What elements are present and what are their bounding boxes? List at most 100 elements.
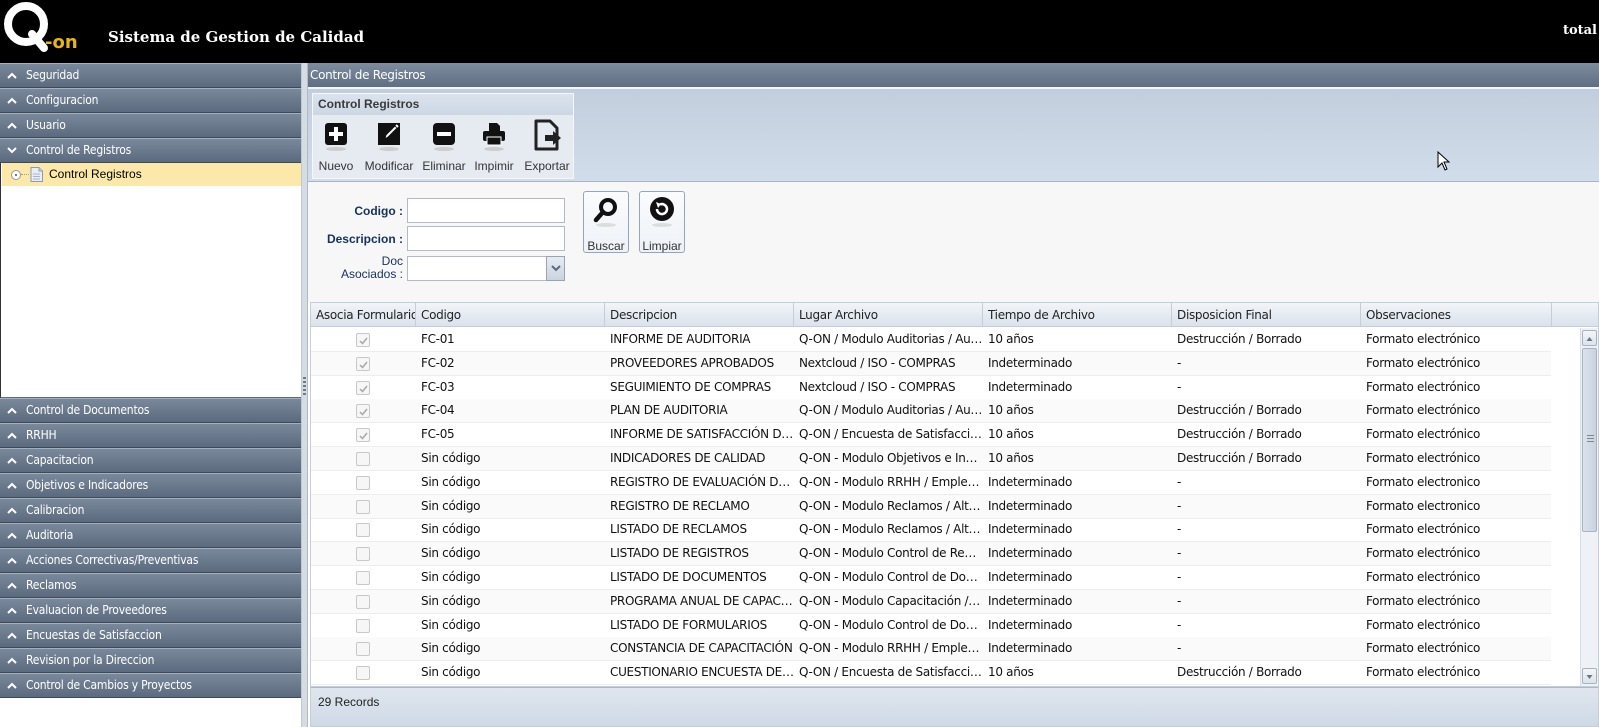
imprimir-button[interactable]: Impimir [473, 119, 515, 177]
modificar-button[interactable]: Modificar [363, 119, 415, 177]
table-row[interactable]: Sin código PROGRAMA ANUAL DE CAPACIT... Q-… [311, 589, 1551, 614]
table-row[interactable]: Sin código INDICADORES DE CALIDAD Q-ON - M… [311, 447, 1551, 471]
column-header-tiempo-de-archivo[interactable]: Tiempo de Archivo [983, 303, 1172, 327]
limpiar-button[interactable]: Limpiar [639, 191, 685, 253]
asocia-formulario-checkbox[interactable] [356, 666, 370, 681]
asocia-formulario-checkbox[interactable] [356, 547, 370, 562]
asocia-formulario-checkbox[interactable] [356, 356, 370, 371]
cell-disposicion-final: - [1177, 593, 1182, 608]
asocia-formulario-checkbox[interactable] [356, 452, 370, 466]
cell-codigo: Sin código [421, 617, 481, 632]
sidebar-item-configuracion[interactable]: Configuracion [0, 88, 307, 113]
table-row[interactable]: Sin código CONSTANCIA DE CAPACITACIÓN Q-ON… [311, 637, 1551, 662]
sidebar-item-calibracion[interactable]: Calibracion [0, 498, 307, 523]
scroll-grip-icon [1587, 435, 1594, 443]
eliminar-label: Eliminar [422, 159, 466, 173]
sidebar-item-control-de-cambios[interactable]: Control de Cambios y Proyectos [0, 673, 307, 698]
nuevo-button[interactable]: Nuevo [317, 119, 355, 177]
cell-descripcion: PLAN DE AUDITORIA [610, 403, 728, 418]
sidebar-item-control-de-registros[interactable]: Control de Registros [0, 138, 307, 163]
descripcion-input[interactable] [407, 226, 565, 251]
user-name[interactable]: total [1563, 23, 1597, 38]
sidebar-item-usuario[interactable]: Usuario [0, 113, 307, 138]
sidebar-item-auditoria[interactable]: Auditoria [0, 523, 307, 548]
column-header-lugar-archivo[interactable]: Lugar Archivo [794, 303, 983, 327]
asocia-formulario-checkbox[interactable] [356, 571, 370, 585]
scroll-down-button[interactable] [1582, 668, 1597, 684]
asocia-formulario-checkbox[interactable] [356, 380, 370, 395]
tree-panel: Control Registros [0, 163, 303, 398]
table-row[interactable]: FC-01 INFORME DE AUDITORIA Q-ON / Modulo A… [311, 328, 1551, 352]
check-icon [359, 385, 368, 393]
cell-observaciones: Formato electrónico [1366, 522, 1481, 537]
toolbar-group: Control Registros Nuevo Modificar Elimin… [312, 93, 574, 179]
sidebar-item-evaluacion-de-proveedores[interactable]: Evaluacion de Proveedores [0, 598, 307, 623]
asocia-formulario-checkbox[interactable] [356, 642, 370, 657]
cell-disposicion-final: - [1177, 570, 1182, 584]
column-header-descripcion[interactable]: Descripcion [605, 303, 794, 327]
cell-observaciones: Formato electrónico [1366, 641, 1481, 656]
table-row[interactable]: Sin código LISTADO DE RECLAMOS Q-ON - Modu… [311, 518, 1551, 543]
vertical-scrollbar[interactable] [1580, 328, 1598, 686]
sidebar-item-revision-por-la-direccion[interactable]: Revision por la Direccion [0, 648, 307, 673]
table-row[interactable]: FC-04 PLAN DE AUDITORIA Q-ON / Modulo Audi… [311, 399, 1551, 424]
cell-lugar-archivo: Q-ON / Modulo Auditorias / Audit... [799, 403, 983, 418]
chevron-up-icon [7, 549, 19, 572]
panel-title: Control de Registros [308, 63, 1599, 87]
table-row[interactable]: Sin código LISTADO DE REGISTROS Q-ON - Mod… [311, 542, 1551, 567]
table-row[interactable]: Sin código LISTADO DE DOCUMENTOS Q-ON - Mo… [311, 566, 1551, 590]
column-header-asocia-formulario[interactable]: Asocia Formulario [311, 303, 416, 327]
table-row[interactable]: Sin código REGISTRO DE RECLAMO Q-ON - Modu… [311, 494, 1551, 519]
sidebar-item-encuestas-de-satisfaccion[interactable]: Encuestas de Satisfaccion [0, 623, 307, 648]
codigo-input[interactable] [407, 198, 565, 223]
sidebar-item-capacitacion[interactable]: Capacitacion [0, 448, 307, 473]
doc-asociados-select[interactable] [407, 256, 565, 281]
sidebar-item-label: Auditoria [26, 528, 74, 542]
scrollbar-thumb[interactable] [1582, 348, 1597, 532]
asocia-formulario-checkbox[interactable] [356, 404, 370, 419]
cell-observaciones: Formato electrónico [1366, 332, 1481, 346]
sidebar-item-acciones-correctivas[interactable]: Acciones Correctivas/Preventivas [0, 548, 307, 573]
table-row[interactable]: FC-02 PROVEEDORES APROBADOS Nextcloud / IS… [311, 351, 1551, 376]
column-header-codigo[interactable]: Codigo [416, 303, 605, 327]
cell-codigo: FC-03 [421, 379, 455, 394]
table-row[interactable]: Sin código CUESTIONARIO ENCUESTA DE S... Q… [311, 661, 1551, 686]
eliminar-button[interactable]: Eliminar [421, 119, 467, 177]
chevron-up-icon [7, 649, 19, 672]
table-row[interactable]: FC-03 SEGUIMIENTO DE COMPRAS Nextcloud / I… [311, 376, 1551, 400]
table-row[interactable]: FC-05 INFORME DE SATISFACCIÓN DE... Q-ON /… [311, 423, 1551, 448]
cell-disposicion-final: - [1177, 617, 1182, 632]
cell-descripcion: INFORME DE SATISFACCIÓN DE... [610, 427, 794, 442]
asocia-formulario-checkbox[interactable] [356, 523, 370, 538]
asocia-formulario-checkbox[interactable] [356, 499, 370, 514]
asocia-formulario-checkbox[interactable] [356, 618, 370, 633]
exportar-button[interactable]: Exportar [523, 119, 571, 177]
cell-lugar-archivo: Q-ON - Modulo Capacitación / Co... [799, 593, 983, 608]
tree-item-control-registros[interactable]: Control Registros [2, 163, 302, 186]
asocia-formulario-checkbox[interactable] [356, 333, 370, 347]
check-icon [359, 408, 368, 417]
sidebar-item-objetivos-e-indicadores[interactable]: Objetivos e Indicadores [0, 473, 307, 498]
asocia-formulario-checkbox[interactable] [356, 428, 370, 443]
cell-tiempo-de-archivo: 10 años [988, 332, 1034, 346]
sidebar-splitter[interactable] [301, 63, 308, 727]
sidebar-item-reclamos[interactable]: Reclamos [0, 573, 307, 598]
buscar-button[interactable]: Buscar [583, 191, 629, 253]
buscar-label: Buscar [587, 239, 625, 253]
column-header-disposicion-final[interactable]: Disposicion Final [1172, 303, 1361, 327]
cell-codigo: Sin código [421, 570, 481, 584]
sidebar-item-control-de-documentos[interactable]: Control de Documentos [0, 398, 307, 423]
record-count: 29 Records [318, 695, 380, 709]
column-header-observaciones[interactable]: Observaciones [1361, 303, 1552, 327]
asocia-formulario-checkbox[interactable] [356, 594, 370, 609]
dropdown-trigger[interactable] [546, 256, 565, 281]
table-row[interactable]: Sin código LISTADO DE FORMULARIOS Q-ON - M… [311, 614, 1551, 638]
cell-codigo: FC-02 [421, 355, 455, 370]
table-row[interactable]: Sin código REGISTRO DE EVALUACIÓN DE ... Q… [311, 471, 1551, 495]
chevron-up-icon [7, 449, 19, 472]
scroll-up-button[interactable] [1582, 330, 1597, 346]
asocia-formulario-checkbox[interactable] [356, 475, 370, 490]
sidebar-item-rrhh[interactable]: RRHH [0, 423, 307, 448]
sidebar-item-seguridad[interactable]: Seguridad [0, 63, 307, 88]
app-window: -on Sistema de Gestion de Calidad total … [0, 0, 1599, 727]
